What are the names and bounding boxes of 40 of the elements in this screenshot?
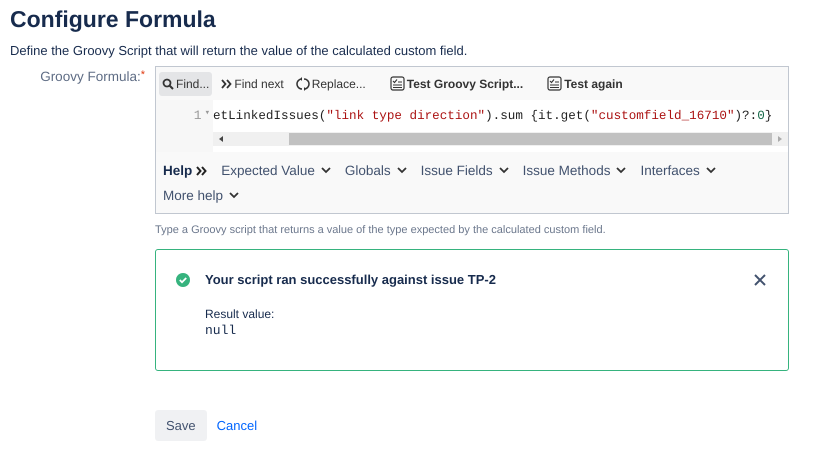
cancel-link[interactable]: Cancel xyxy=(216,418,258,433)
checklist-icon xyxy=(390,76,405,91)
toolbar-button[interactable]: Find next xyxy=(218,72,287,96)
toolbar-button[interactable]: Test again xyxy=(544,71,626,96)
toolbar-button[interactable]: Find... xyxy=(159,72,212,96)
result-label: Result value: xyxy=(205,307,276,321)
page-title: Configure Formula xyxy=(10,5,217,34)
alert-title: Your script ran successfully against issue TP-2 xyxy=(205,272,497,287)
chevron-down-icon xyxy=(229,192,240,199)
required-mark: * xyxy=(140,69,145,81)
help-menu[interactable]: Issue Fields xyxy=(420,163,509,178)
chevron-down-icon xyxy=(320,167,331,174)
field-label: Groovy Formula: xyxy=(40,69,141,84)
close-icon[interactable] xyxy=(754,274,766,286)
code-line: etLinkedIssues("link type direction").sum {it.get("customfield_16710")?:0} xyxy=(213,108,774,124)
help-menu[interactable]: Interfaces xyxy=(640,163,716,178)
result-value: null xyxy=(205,323,238,338)
chevron-down-icon xyxy=(616,167,626,174)
horizontal-scrollbar[interactable] xyxy=(213,132,788,146)
check-circle-icon xyxy=(176,272,190,286)
help-menu[interactable]: Issue Methods xyxy=(522,163,626,178)
help-menu[interactable]: Globals xyxy=(344,163,407,178)
scroll-left-icon[interactable] xyxy=(217,135,225,143)
checklist-icon xyxy=(547,76,562,91)
save-button[interactable]: Save xyxy=(155,410,207,441)
circular-arrows-icon xyxy=(296,76,310,90)
double-chevron-icon xyxy=(196,166,208,176)
page-description: Define the Groovy Script that will return the value of the calculated custom field. xyxy=(10,43,468,58)
toolbar-button[interactable]: Test Groovy Script... xyxy=(386,71,526,96)
line-number: 1 xyxy=(194,108,202,125)
field-hint: Type a Groovy script that returns a value of the type expected by the calculated custom field. xyxy=(155,224,607,236)
chevron-down-icon xyxy=(396,167,407,174)
double-chevron-icon xyxy=(221,78,232,88)
help-menu[interactable]: More help xyxy=(163,188,240,203)
toolbar-button[interactable]: Replace... xyxy=(292,72,369,96)
chevron-down-icon xyxy=(706,167,716,174)
help-menu[interactable]: Expected Value xyxy=(221,163,331,178)
help-label: Help xyxy=(163,163,192,178)
chevron-down-icon xyxy=(498,167,509,174)
search-icon xyxy=(162,78,174,90)
